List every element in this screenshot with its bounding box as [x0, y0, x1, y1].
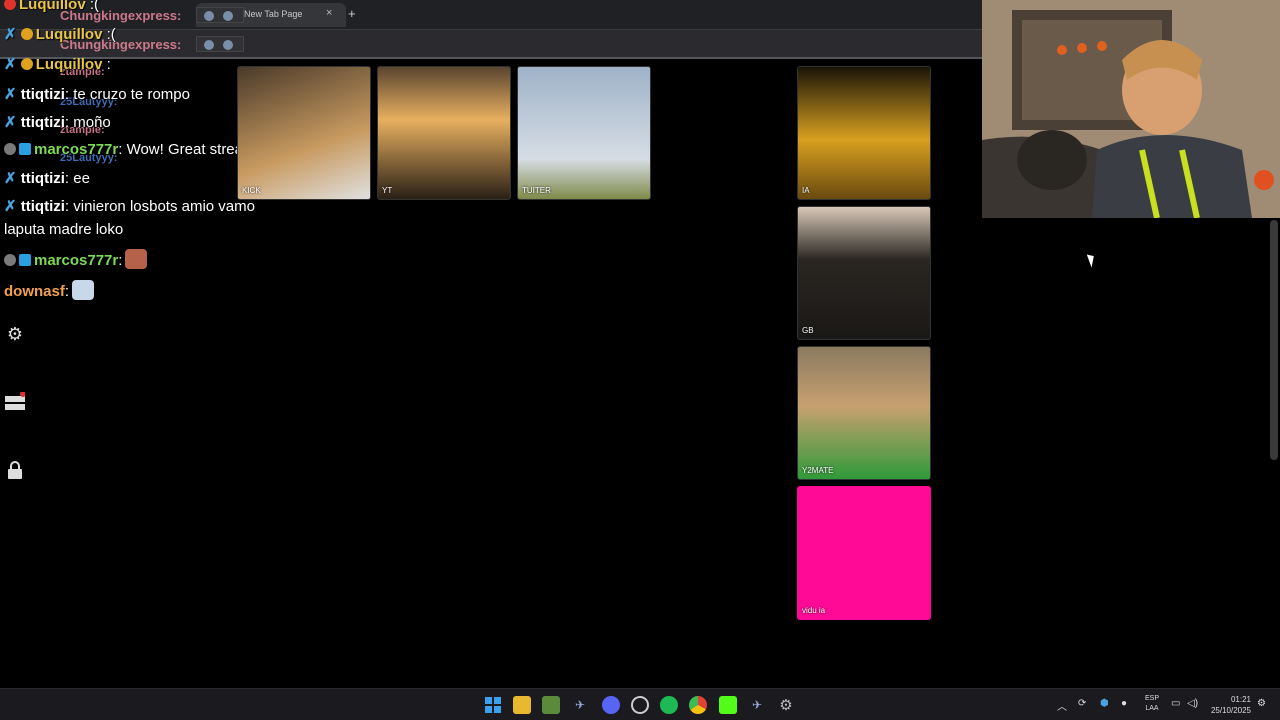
card-label: TUITER: [522, 186, 551, 195]
emote-icon: [125, 249, 148, 269]
emote-icon: [72, 280, 95, 300]
steam-icon[interactable]: ✈: [571, 696, 589, 714]
chat-message: marcos777r: Wow! Great stream!: [4, 141, 260, 158]
link-card-vidu-ia[interactable]: vidu ia: [797, 486, 931, 620]
minecraft-icon[interactable]: [542, 696, 560, 714]
chevron-up-icon[interactable]: ︿: [1057, 698, 1067, 713]
badge-icon: [19, 254, 31, 266]
card-label: YT: [382, 186, 393, 195]
chat-message: ✗ ttiqtizi: moño: [4, 114, 111, 131]
badge-icon: [4, 0, 16, 10]
chat-message: Luquillov :(: [4, 0, 99, 13]
badge-icon: [19, 143, 31, 155]
chat-message: laputa madre loko: [4, 221, 124, 238]
webcam-overlay: [982, 0, 1280, 218]
link-card-y2mate[interactable]: Y2MATE: [797, 346, 931, 480]
file-explorer-icon[interactable]: [513, 696, 531, 714]
shield-icon[interactable]: ⬢: [1100, 698, 1109, 709]
clock-time: 01:21: [1230, 695, 1251, 704]
link-card-tuiter[interactable]: TUITER: [517, 66, 651, 200]
obs-icon[interactable]: [631, 696, 649, 714]
mod-icon: ✗: [4, 56, 17, 73]
discord-icon[interactable]: [602, 696, 620, 714]
badge-icon: [4, 254, 16, 266]
chrome-icon[interactable]: [689, 696, 707, 714]
chat-message: ✗ Luquillov :: [4, 56, 111, 73]
card-label: GB: [802, 326, 814, 335]
badge-icon: [4, 143, 16, 155]
lock-icon[interactable]: [5, 460, 25, 480]
link-card-yt[interactable]: YT: [377, 66, 511, 200]
chat-message: marcos777r:: [4, 249, 148, 269]
mod-icon: ✗: [4, 26, 17, 43]
windows-start-icon[interactable]: [484, 696, 502, 714]
kick-icon[interactable]: [719, 696, 737, 714]
tab-close-icon[interactable]: ×: [326, 7, 332, 19]
card-label: Y2MATE: [802, 466, 834, 475]
link-card-gb[interactable]: GB: [797, 206, 931, 340]
clock-date: 25/10/2025: [1210, 706, 1251, 715]
gear-icon[interactable]: ⚙: [5, 324, 25, 344]
chat-message: downasf:: [4, 280, 95, 300]
taskbar: ✈ ✈ ⚙ ︿ ⟳ ⬢ ● ESP LAA ▭ ◁) 01:21 25/10/20…: [0, 688, 1280, 720]
badge-icon: [20, 28, 33, 40]
volume-icon[interactable]: ◁): [1187, 698, 1198, 709]
steam-2-icon[interactable]: ✈: [748, 696, 766, 714]
chat-message: ✗ ttiqtizi: ee: [4, 170, 90, 187]
mod-icon: ✗: [4, 86, 17, 103]
mod-icon: ✗: [4, 114, 17, 131]
new-tab-button[interactable]: +: [348, 6, 356, 21]
card-label: vidu ia: [802, 606, 826, 615]
spotify-icon[interactable]: [660, 696, 678, 714]
mod-icon: ✗: [4, 198, 17, 215]
link-card-kick[interactable]: KICK: [237, 66, 371, 200]
scrollbar[interactable]: [1270, 220, 1278, 460]
notification-icon[interactable]: ⚙: [1257, 698, 1266, 709]
mod-icon: ✗: [4, 170, 17, 187]
mic-icon[interactable]: ●: [1121, 698, 1127, 709]
mouse-cursor: [1086, 252, 1098, 268]
network-icon[interactable]: ▭: [1171, 698, 1180, 709]
layers-icon[interactable]: [5, 392, 25, 412]
settings-icon[interactable]: ⚙: [777, 696, 795, 714]
clock[interactable]: 01:21 25/10/2025: [1205, 694, 1251, 716]
chat-message: ✗ ttiqtizi: te cruzo te rompo: [4, 86, 190, 103]
language-indicator[interactable]: ESP LAA: [1143, 694, 1161, 714]
sync-icon[interactable]: ⟳: [1078, 698, 1086, 709]
badge-icon: [20, 58, 33, 70]
card-label: KICK: [242, 186, 261, 195]
chat-message: ✗ ttiqtizi: vinieron losbots amio vamo: [4, 198, 255, 215]
link-card-ia[interactable]: IA: [797, 66, 931, 200]
chat-message: ✗ Luquillov :(: [4, 26, 116, 43]
card-label: IA: [802, 186, 810, 195]
